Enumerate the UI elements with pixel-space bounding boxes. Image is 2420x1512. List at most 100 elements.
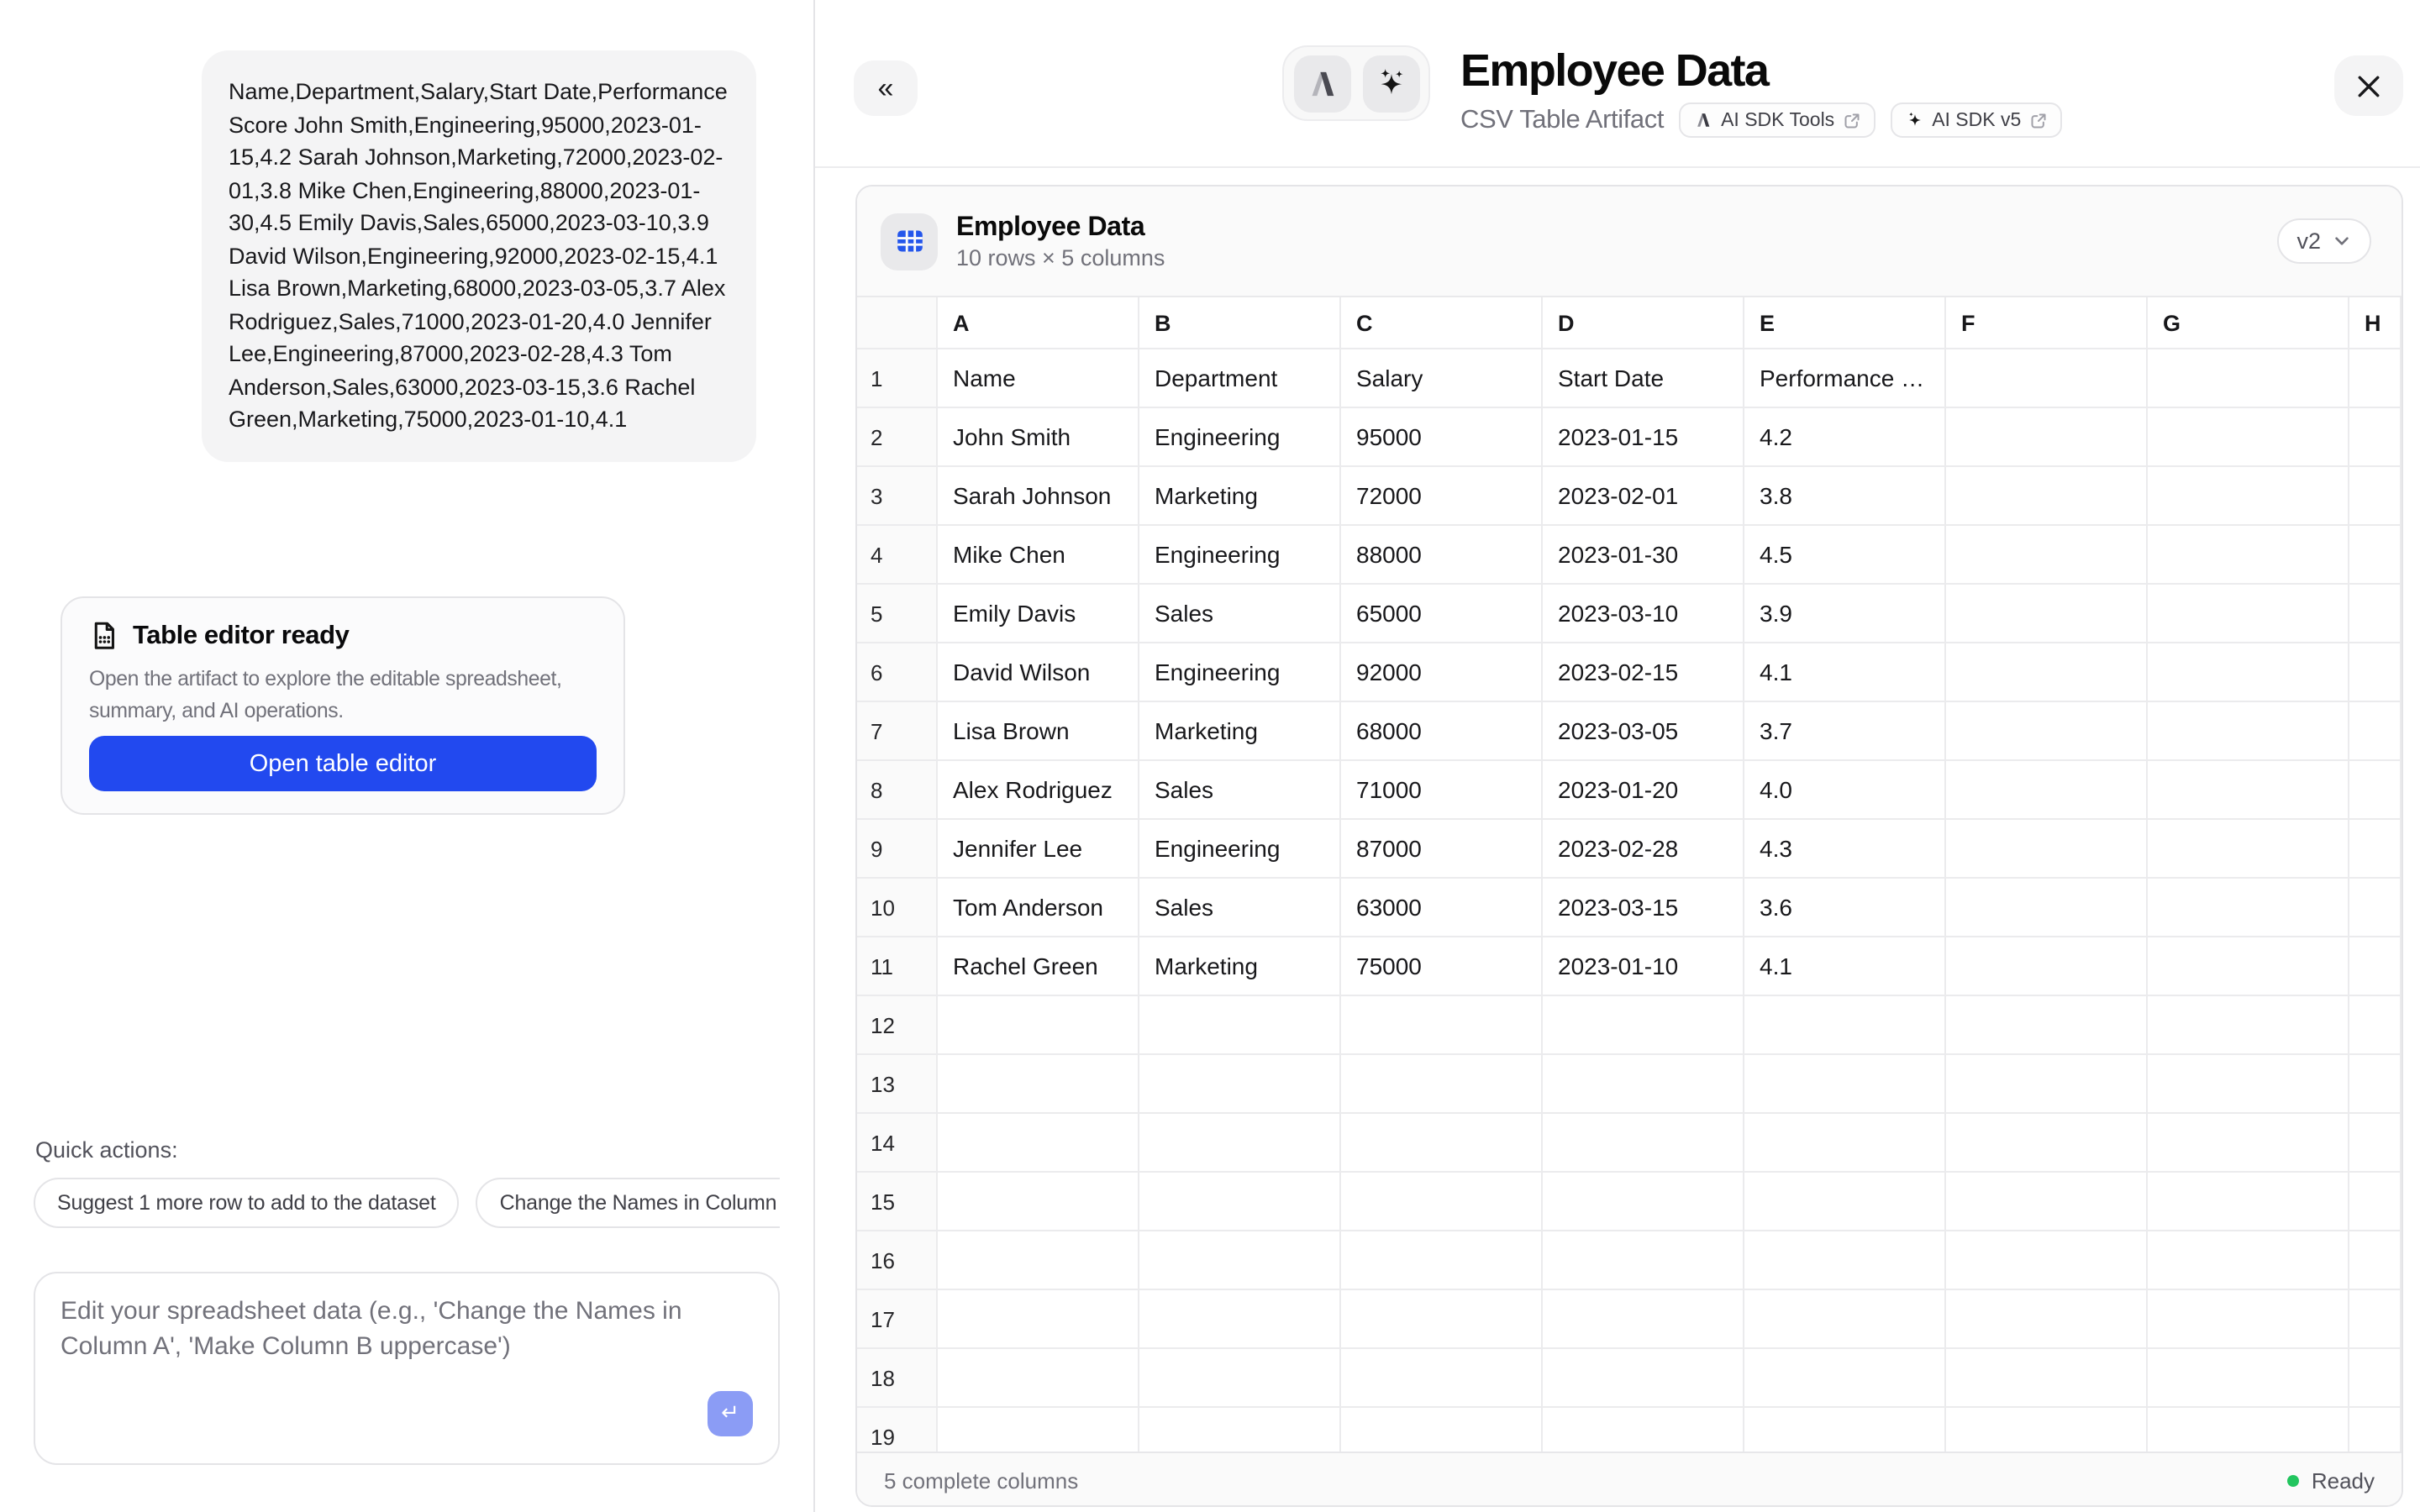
cell-B8[interactable]: Sales: [1139, 761, 1341, 820]
cell-C15[interactable]: [1341, 1173, 1543, 1231]
cell-D11[interactable]: 2023-01-10: [1543, 937, 1744, 996]
cell-B1[interactable]: Department: [1139, 349, 1341, 408]
cell-C3[interactable]: 72000: [1341, 467, 1543, 526]
cell-A2[interactable]: John Smith: [938, 408, 1139, 467]
send-button[interactable]: ↵: [708, 1391, 753, 1436]
cell-E17[interactable]: [1744, 1290, 1946, 1349]
cell-G2[interactable]: [2148, 408, 2349, 467]
open-table-editor-button[interactable]: Open table editor: [89, 736, 597, 791]
cell-C16[interactable]: [1341, 1231, 1543, 1290]
cell-A4[interactable]: Mike Chen: [938, 526, 1139, 585]
column-header-A[interactable]: A: [938, 297, 1139, 349]
cell-A6[interactable]: David Wilson: [938, 643, 1139, 702]
cell-F17[interactable]: [1946, 1290, 2148, 1349]
cell-H10[interactable]: [2349, 879, 2402, 937]
cell-G13[interactable]: [2148, 1055, 2349, 1114]
cell-G3[interactable]: [2148, 467, 2349, 526]
cell-E5[interactable]: 3.9: [1744, 585, 1946, 643]
cell-E16[interactable]: [1744, 1231, 1946, 1290]
cell-E13[interactable]: [1744, 1055, 1946, 1114]
cell-E3[interactable]: 3.8: [1744, 467, 1946, 526]
cell-H6[interactable]: [2349, 643, 2402, 702]
row-header-16[interactable]: 16: [857, 1231, 938, 1290]
cell-G7[interactable]: [2148, 702, 2349, 761]
cell-F15[interactable]: [1946, 1173, 2148, 1231]
cell-G9[interactable]: [2148, 820, 2349, 879]
cell-E2[interactable]: 4.2: [1744, 408, 1946, 467]
cell-A8[interactable]: Alex Rodriguez: [938, 761, 1139, 820]
cell-H18[interactable]: [2349, 1349, 2402, 1408]
cell-D9[interactable]: 2023-02-28: [1543, 820, 1744, 879]
row-header-2[interactable]: 2: [857, 408, 938, 467]
cell-H16[interactable]: [2349, 1231, 2402, 1290]
cell-E19[interactable]: [1744, 1408, 1946, 1452]
cell-B6[interactable]: Engineering: [1139, 643, 1341, 702]
cell-F19[interactable]: [1946, 1408, 2148, 1452]
cell-H12[interactable]: [2349, 996, 2402, 1055]
cell-E7[interactable]: 3.7: [1744, 702, 1946, 761]
row-header-15[interactable]: 15: [857, 1173, 938, 1231]
cell-B4[interactable]: Engineering: [1139, 526, 1341, 585]
row-header-14[interactable]: 14: [857, 1114, 938, 1173]
cell-A18[interactable]: [938, 1349, 1139, 1408]
cell-C18[interactable]: [1341, 1349, 1543, 1408]
row-header-3[interactable]: 3: [857, 467, 938, 526]
cell-H3[interactable]: [2349, 467, 2402, 526]
cell-A12[interactable]: [938, 996, 1139, 1055]
cell-C17[interactable]: [1341, 1290, 1543, 1349]
cell-A7[interactable]: Lisa Brown: [938, 702, 1139, 761]
cell-G14[interactable]: [2148, 1114, 2349, 1173]
column-header-C[interactable]: C: [1341, 297, 1543, 349]
cell-C10[interactable]: 63000: [1341, 879, 1543, 937]
cell-A16[interactable]: [938, 1231, 1139, 1290]
row-header-13[interactable]: 13: [857, 1055, 938, 1114]
column-header-E[interactable]: E: [1744, 297, 1946, 349]
cell-A13[interactable]: [938, 1055, 1139, 1114]
cell-F9[interactable]: [1946, 820, 2148, 879]
badge-ai-sdk-tools[interactable]: AI SDK Tools: [1679, 102, 1875, 138]
quick-action-suggest-row[interactable]: Suggest 1 more row to add to the dataset: [34, 1178, 460, 1228]
cell-C4[interactable]: 88000: [1341, 526, 1543, 585]
cell-E4[interactable]: 4.5: [1744, 526, 1946, 585]
cell-D3[interactable]: 2023-02-01: [1543, 467, 1744, 526]
cell-C5[interactable]: 65000: [1341, 585, 1543, 643]
column-header-H[interactable]: H: [2349, 297, 2402, 349]
cell-H8[interactable]: [2349, 761, 2402, 820]
cell-C14[interactable]: [1341, 1114, 1543, 1173]
cell-A11[interactable]: Rachel Green: [938, 937, 1139, 996]
row-header-6[interactable]: 6: [857, 643, 938, 702]
quick-action-change-names[interactable]: Change the Names in Column A: [476, 1178, 780, 1228]
cell-G4[interactable]: [2148, 526, 2349, 585]
cell-A15[interactable]: [938, 1173, 1139, 1231]
cell-D10[interactable]: 2023-03-15: [1543, 879, 1744, 937]
cell-G19[interactable]: [2148, 1408, 2349, 1452]
cell-G16[interactable]: [2148, 1231, 2349, 1290]
row-header-19[interactable]: 19: [857, 1408, 938, 1452]
cell-F8[interactable]: [1946, 761, 2148, 820]
cell-A19[interactable]: [938, 1408, 1139, 1452]
cell-D4[interactable]: 2023-01-30: [1543, 526, 1744, 585]
cell-A1[interactable]: Name: [938, 349, 1139, 408]
cell-D17[interactable]: [1543, 1290, 1744, 1349]
cell-E14[interactable]: [1744, 1114, 1946, 1173]
badge-ai-sdk-v5[interactable]: AI SDK v5: [1890, 102, 2061, 138]
cell-B12[interactable]: [1139, 996, 1341, 1055]
cell-H13[interactable]: [2349, 1055, 2402, 1114]
cell-B13[interactable]: [1139, 1055, 1341, 1114]
cell-E6[interactable]: 4.1: [1744, 643, 1946, 702]
cell-A10[interactable]: Tom Anderson: [938, 879, 1139, 937]
cell-H9[interactable]: [2349, 820, 2402, 879]
cell-D1[interactable]: Start Date: [1543, 349, 1744, 408]
cell-D6[interactable]: 2023-02-15: [1543, 643, 1744, 702]
cell-C19[interactable]: [1341, 1408, 1543, 1452]
cell-A14[interactable]: [938, 1114, 1139, 1173]
cell-C2[interactable]: 95000: [1341, 408, 1543, 467]
cell-G18[interactable]: [2148, 1349, 2349, 1408]
cell-C12[interactable]: [1341, 996, 1543, 1055]
cell-D2[interactable]: 2023-01-15: [1543, 408, 1744, 467]
cell-D15[interactable]: [1543, 1173, 1744, 1231]
cell-D8[interactable]: 2023-01-20: [1543, 761, 1744, 820]
row-header-10[interactable]: 10: [857, 879, 938, 937]
cell-A9[interactable]: Jennifer Lee: [938, 820, 1139, 879]
cell-G1[interactable]: [2148, 349, 2349, 408]
